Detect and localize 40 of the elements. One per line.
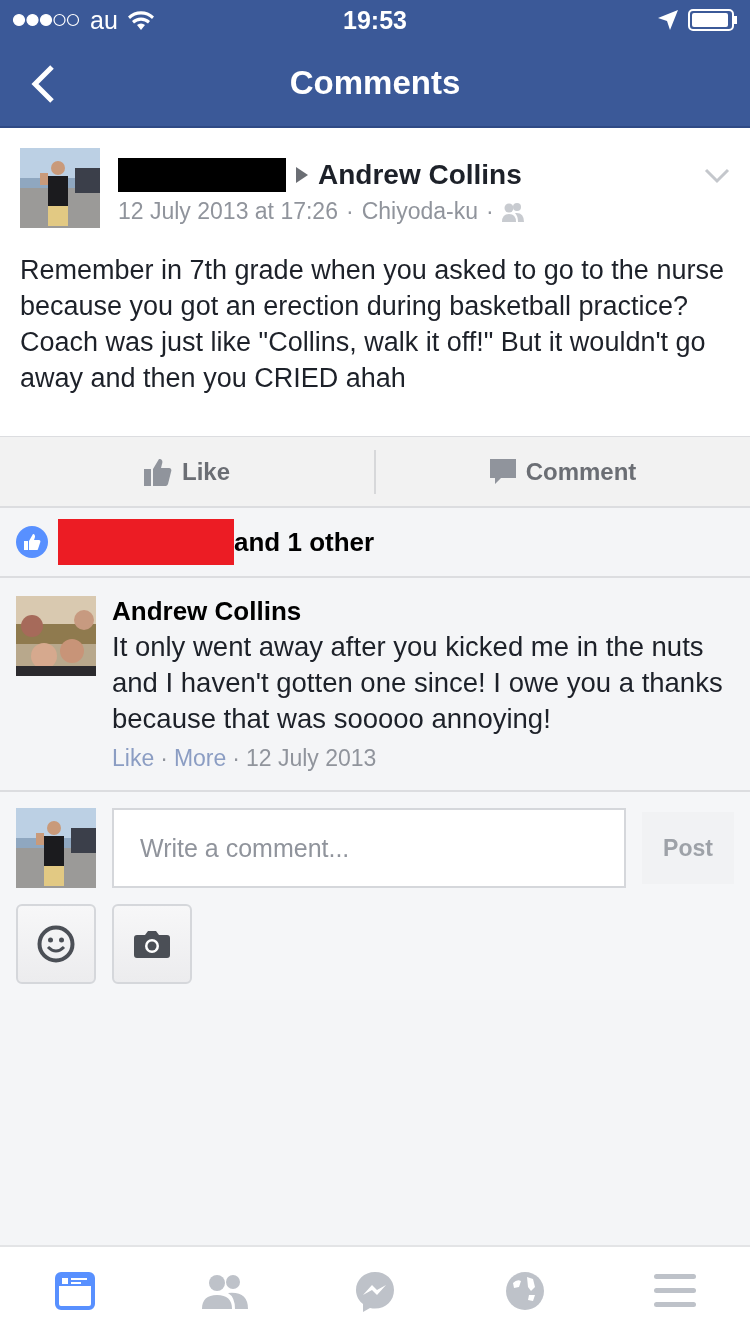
clock-time: 19:53: [343, 5, 407, 35]
more-link[interactable]: More: [173, 745, 227, 772]
post-text: Remember in 7th grade when you asked to go to the nurse because you got an erection during basketball practice? Coach was just like "Collins, walk it off!" But it wouldn't go away and then you CRIED ahah: [20, 254, 725, 395]
comment-input[interactable]: Write a comment...: [112, 808, 626, 888]
speech-bubble-icon: [489, 458, 516, 485]
like-link[interactable]: Like: [112, 745, 155, 772]
news-feed-icon: [55, 1271, 95, 1310]
friends-icon: [202, 1272, 248, 1309]
separator-dot: ·: [485, 198, 494, 225]
friends-icon: [501, 201, 524, 222]
back-icon[interactable]: [30, 64, 56, 104]
caret-icon: [296, 167, 308, 183]
separator-dot: ·: [232, 745, 240, 772]
author-name[interactable]: Andrew Collins: [318, 159, 522, 191]
camera-icon: [134, 930, 170, 958]
separator-dot: ·: [345, 198, 354, 225]
chevron-down-icon[interactable]: [704, 168, 730, 184]
thumbs-up-icon: [144, 457, 172, 486]
carrier-label: au: [90, 5, 118, 35]
comment-date: 12 July 2013: [245, 745, 377, 772]
messenger-icon: [354, 1269, 396, 1312]
post-time: 12 July 2013 at 17:26: [118, 198, 338, 225]
signal-icon: [12, 13, 80, 27]
commenter-name[interactable]: Andrew Collins: [112, 596, 734, 627]
post-location: Chiyoda-ku: [361, 198, 478, 225]
likes-summary[interactable]: and 1 other: [234, 526, 375, 558]
page-title: Comments: [289, 64, 461, 102]
sticker-button[interactable]: [16, 904, 96, 984]
like-button[interactable]: Like: [0, 450, 374, 493]
menu-icon: [654, 1273, 696, 1308]
separator-dot: ·: [160, 745, 168, 772]
photo-button[interactable]: [112, 904, 192, 984]
wifi-icon: [127, 10, 154, 30]
globe-icon: [505, 1270, 545, 1311]
smiley-icon: [37, 925, 75, 963]
like-badge-icon: [16, 526, 48, 558]
comment-text: It only went away after you kicked me in the nuts and I haven't gotten one since! I owe you a thanks because that was sooooo annoying!: [112, 630, 724, 736]
battery-icon: [688, 9, 738, 31]
comment-button[interactable]: Comment: [376, 450, 750, 493]
location-arrow-icon: [658, 10, 678, 30]
